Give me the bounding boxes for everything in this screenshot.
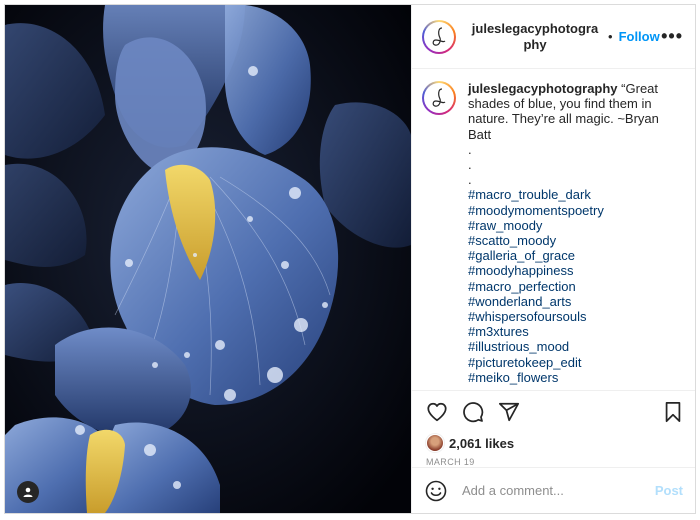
comment-icon[interactable] [462, 401, 484, 423]
likes-count[interactable]: 2,061 likes [449, 436, 514, 451]
comment-input[interactable] [460, 482, 655, 499]
action-bar [412, 390, 695, 432]
instagram-post: juleslegacyphotography • Follow ••• jule… [4, 4, 696, 514]
comment-box: Post [412, 467, 695, 513]
caption-dot: . [468, 141, 472, 157]
hashtag-link[interactable]: #galleria_of_grace [468, 248, 683, 263]
hashtag-link[interactable]: #macro_trouble_dark [468, 187, 683, 202]
heart-icon[interactable] [426, 401, 448, 423]
bookmark-icon[interactable] [663, 401, 683, 423]
hashtag-link[interactable]: #wonderland_arts [468, 294, 683, 309]
post-date[interactable]: MARCH 19 [412, 457, 695, 467]
post-sidebar: juleslegacyphotography • Follow ••• jule… [411, 5, 695, 513]
hashtag-link[interactable]: #illustrious_mood [468, 339, 683, 354]
signature-logo-icon [432, 26, 446, 46]
share-icon[interactable] [498, 401, 520, 423]
hashtag-link[interactable]: #raw_moody [468, 218, 683, 233]
caption-text-block: juleslegacyphotography “Great shades of … [468, 81, 683, 390]
follow-button[interactable]: Follow [619, 29, 660, 44]
hashtag-link[interactable]: #macro_perfection [468, 279, 683, 294]
caption-section: juleslegacyphotography “Great shades of … [412, 69, 695, 390]
author-avatar[interactable] [422, 19, 456, 54]
separator-dot: • [608, 29, 613, 44]
post-photo[interactable] [5, 5, 411, 513]
signature-logo-icon [432, 88, 446, 107]
hashtag-link[interactable]: #whispersofoursouls [468, 309, 683, 324]
iris-photo-image [5, 5, 411, 513]
likes-row: 2,061 likes [412, 432, 695, 454]
emoji-icon[interactable] [424, 479, 448, 503]
post-header: juleslegacyphotography • Follow ••• [412, 5, 695, 69]
hashtag-link[interactable]: #moodymomentspoetry [468, 203, 683, 218]
caption-dot: . [468, 157, 472, 173]
post-comment-button[interactable]: Post [655, 483, 683, 498]
more-options-icon[interactable]: ••• [661, 26, 683, 47]
liker-avatar[interactable] [426, 434, 444, 452]
hashtag-link[interactable]: #m3xtures [468, 324, 683, 339]
hashtag-link[interactable]: #scatto_moody [468, 233, 683, 248]
caption-dot: . [468, 172, 472, 188]
user-icon [23, 487, 33, 497]
hashtag-link[interactable]: #picturetokeep_edit [468, 355, 683, 370]
caption-avatar[interactable] [422, 81, 456, 115]
hashtag-list: #macro_trouble_dark #moodymomentspoetry … [468, 187, 683, 385]
hashtag-link[interactable]: #moodyhappiness [468, 263, 683, 278]
tagged-users-button[interactable] [17, 481, 39, 503]
caption-username[interactable]: juleslegacyphotography [468, 81, 618, 96]
hashtag-link[interactable]: #meiko_flowers [468, 370, 683, 385]
author-username[interactable]: juleslegacyphotography [468, 21, 602, 53]
